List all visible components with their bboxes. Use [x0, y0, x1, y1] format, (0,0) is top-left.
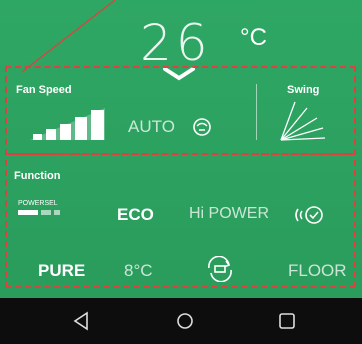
section-divider — [10, 153, 350, 155]
fan-speed-label: Fan Speed — [16, 84, 72, 96]
fan-auto-button[interactable]: AUTO — [128, 117, 175, 137]
swing-icon[interactable] — [279, 100, 327, 142]
quiet-fan-icon[interactable] — [190, 115, 214, 139]
fan-speed-level-icon[interactable] — [30, 108, 105, 140]
android-nav-bar — [0, 298, 362, 344]
function-label: Function — [14, 170, 61, 182]
floor-button[interactable]: FLOOR — [288, 261, 347, 281]
swing-label: Swing — [287, 84, 320, 96]
eco-button[interactable]: ECO — [117, 205, 154, 225]
hi-power-button[interactable]: Hi POWER — [189, 205, 269, 223]
eight-degree-button[interactable]: 8°C — [124, 261, 153, 281]
temperature-unit: °C — [240, 24, 267, 51]
voice-assist-icon[interactable] — [292, 203, 328, 227]
home-circle-icon[interactable] — [175, 311, 195, 331]
power-sel-levels-icon — [18, 210, 64, 215]
recent-square-icon[interactable] — [278, 311, 296, 331]
vertical-separator — [256, 84, 257, 140]
back-triangle-icon[interactable] — [72, 311, 90, 331]
power-sel-button[interactable]: POWERSEL — [18, 200, 64, 215]
temperature-display: 26 — [140, 14, 212, 72]
power-sel-label: POWERSEL — [18, 200, 58, 207]
clean-cycle-icon[interactable] — [204, 256, 236, 282]
pure-button[interactable]: PURE — [38, 261, 85, 281]
ac-remote-screen: 26 °C Fan Speed AUTO Swing Function POWE… — [0, 0, 362, 298]
